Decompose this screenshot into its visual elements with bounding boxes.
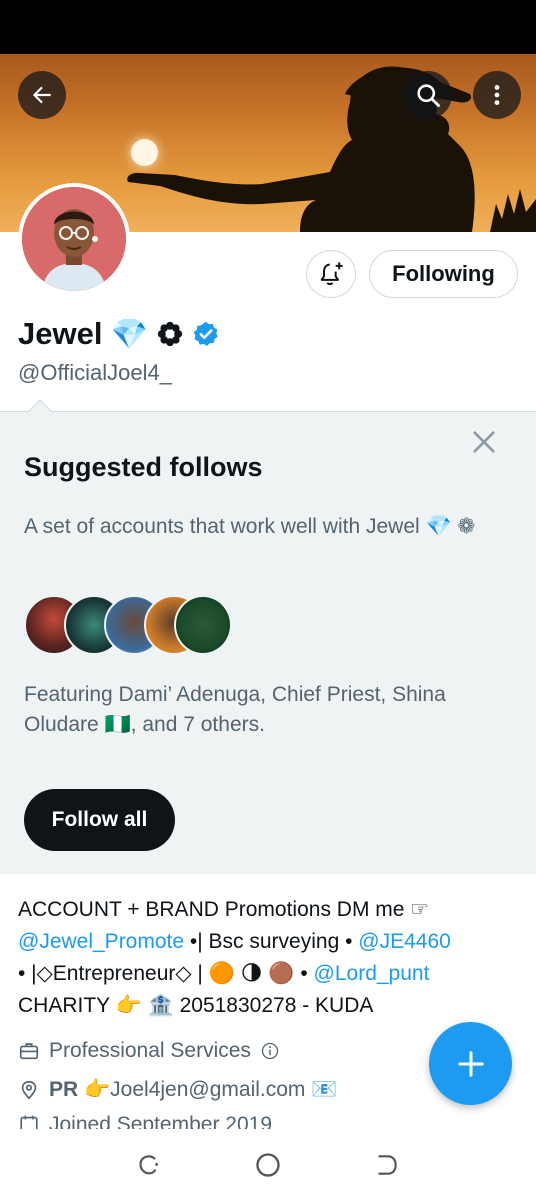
nav-home-button[interactable] (251, 1148, 285, 1182)
notifications-button[interactable] (306, 250, 356, 298)
suggested-follows-panel: Suggested follows A set of accounts that… (0, 399, 536, 874)
diamond-emoji: 💎 (110, 317, 148, 351)
briefcase-icon (19, 1043, 39, 1060)
nav-recents-button[interactable] (132, 1148, 166, 1182)
bio-text: • |◇Entrepreneur◇ | 🟠 🌗 🟤 • (18, 962, 314, 985)
suggested-avatars[interactable] (24, 595, 244, 657)
suggested-avatar[interactable] (174, 595, 232, 655)
verified-badge-icon[interactable] (192, 320, 220, 348)
location-pin-icon (21, 1080, 37, 1100)
profile-name-row: Jewel 💎 (18, 312, 220, 356)
search-button[interactable] (404, 71, 452, 119)
profile-name: Jewel (18, 316, 103, 351)
bio-line: CHARITY 👉 🏦 2051830278 - KUDA (18, 994, 374, 1017)
follow-all-button[interactable]: Follow all (24, 789, 175, 851)
location-text: 👉Joel4jen@gmail.com 📧 (78, 1078, 338, 1101)
nav-back-button[interactable] (370, 1148, 404, 1182)
search-icon (417, 84, 440, 107)
avatar[interactable] (18, 183, 130, 295)
profile-category: Professional Services (49, 1039, 251, 1062)
location-bold: PR (49, 1078, 79, 1101)
info-icon[interactable] (260, 1041, 280, 1061)
bell-plus-icon (320, 262, 343, 286)
flower-icon (157, 321, 182, 347)
profile-category-row[interactable]: Professional Services (18, 1035, 280, 1067)
panel-pointer (27, 399, 53, 425)
following-button[interactable]: Following (369, 250, 518, 298)
home-circle-icon (256, 1152, 280, 1177)
status-bar (0, 0, 536, 54)
more-button[interactable] (473, 71, 521, 119)
more-vertical-icon (494, 85, 500, 105)
suggested-follows-title: Suggested follows (24, 452, 263, 482)
bio-text: •| Bsc surveying • (184, 930, 359, 953)
calendar-icon (20, 1115, 38, 1129)
back-button[interactable] (18, 71, 66, 119)
compose-button[interactable] (429, 1022, 512, 1105)
suggested-follows-subtitle: A set of accounts that work well with Je… (24, 515, 476, 538)
joined-date: Joined September 2019 (49, 1113, 272, 1129)
profile-joined-row: Joined September 2019 (18, 1113, 272, 1129)
bio-mention-link[interactable]: @Jewel_Promote (18, 930, 184, 953)
arrow-left-icon (32, 86, 51, 104)
plus-icon (457, 1050, 484, 1077)
system-navigation-bar (0, 1129, 536, 1200)
avatar-illustration (22, 187, 126, 291)
close-icon[interactable] (470, 428, 498, 456)
profile-bio: ACCOUNT + BRAND Promotions DM me ☞ @Jewe… (18, 894, 518, 1022)
bio-line: ACCOUNT + BRAND Promotions DM me ☞ (18, 898, 430, 921)
bio-mention-link[interactable]: @JE4460 (358, 930, 451, 953)
bio-mention-link[interactable]: @Lord_punt (314, 962, 430, 985)
recents-icon (139, 1154, 159, 1174)
profile-location-row: PR 👉Joel4jen@gmail.com 📧 (18, 1074, 337, 1106)
back-nav-icon (377, 1154, 397, 1175)
suggested-featuring-text: Featuring Dami’ Adenuga, Chief Priest, S… (24, 683, 446, 736)
profile-handle: @OfficialJoel4_ (18, 360, 172, 385)
